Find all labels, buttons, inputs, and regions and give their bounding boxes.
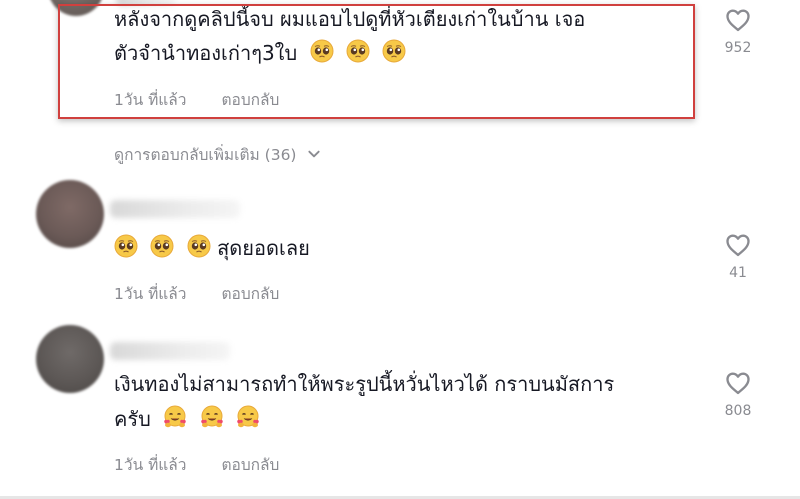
like-count: 41 bbox=[729, 265, 747, 281]
like-button[interactable]: 41 bbox=[718, 231, 758, 281]
comment-meta: 1วัน ที่แล้ว ตอบกลับ bbox=[114, 281, 279, 306]
like-count: 808 bbox=[724, 403, 752, 419]
comment-text-line2: ครับ bbox=[114, 407, 151, 431]
hugging-face-icon bbox=[200, 405, 224, 429]
reply-button[interactable]: ตอบกลับ bbox=[221, 456, 279, 474]
view-more-replies-button[interactable]: ดูการตอบกลับเพิ่มเติม (36) bbox=[114, 142, 321, 167]
username-blurred[interactable] bbox=[110, 342, 230, 360]
like-button[interactable]: 952 bbox=[718, 6, 758, 56]
like-button[interactable]: 808 bbox=[718, 369, 758, 419]
pleading-face-icon bbox=[150, 234, 174, 258]
pleading-face-icon bbox=[187, 234, 211, 258]
avatar[interactable] bbox=[36, 325, 104, 393]
username-blurred[interactable] bbox=[110, 200, 240, 218]
heart-icon[interactable] bbox=[724, 6, 752, 34]
hugging-face-icon bbox=[163, 405, 187, 429]
comment-text: เงินทองไม่สามารถทำให้พระรูปนี้หวั่นไหวได… bbox=[114, 368, 614, 401]
comment-meta: 1วัน ที่แล้ว ตอบกลับ bbox=[114, 452, 279, 477]
comment-text-line1: เงินทองไม่สามารถทำให้พระรูปนี้หวั่นไหวได… bbox=[114, 372, 615, 396]
comment-text: ครับ bbox=[114, 403, 260, 436]
hugging-face-icon bbox=[236, 405, 260, 429]
heart-icon[interactable] bbox=[724, 231, 752, 259]
comment-text-line1: สุดยอดเลย bbox=[217, 236, 310, 260]
avatar[interactable] bbox=[36, 180, 104, 248]
view-more-replies-label[interactable]: ดูการตอบกลับเพิ่มเติม (36) bbox=[114, 146, 296, 164]
heart-icon[interactable] bbox=[724, 369, 752, 397]
chevron-down-icon[interactable] bbox=[307, 147, 321, 161]
like-count: 952 bbox=[724, 40, 752, 56]
comment-time: 1วัน ที่แล้ว bbox=[114, 285, 187, 303]
pleading-face-icon bbox=[114, 234, 138, 258]
comment-text: สุดยอดเลย bbox=[114, 232, 310, 265]
highlight-box bbox=[58, 4, 695, 119]
reply-button[interactable]: ตอบกลับ bbox=[221, 285, 279, 303]
comment-time: 1วัน ที่แล้ว bbox=[114, 456, 187, 474]
